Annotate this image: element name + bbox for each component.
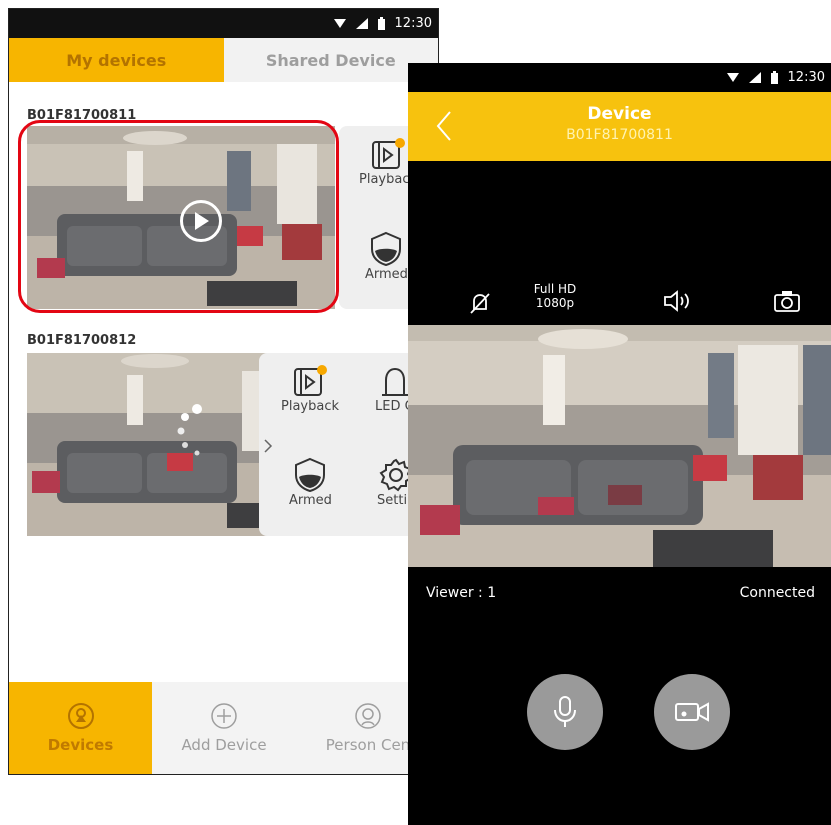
talk-button[interactable] — [527, 674, 603, 750]
my-devices-screen: 12:30 My devices Shared Device B01F81700… — [8, 8, 439, 775]
room-image — [408, 325, 831, 567]
playback-label: Playback — [281, 399, 340, 414]
live-video[interactable] — [408, 325, 831, 567]
microphone-icon — [554, 696, 576, 727]
camera-icon[interactable] — [773, 289, 801, 313]
header-bar: Device B01F81700811 — [408, 92, 831, 161]
devices-icon — [67, 703, 94, 729]
armed-label: Armed — [365, 267, 408, 282]
status-bar: 12:30 — [9, 9, 438, 38]
connection-status: Connected — [739, 585, 815, 601]
nav-add-device-label: Add Device — [181, 736, 267, 754]
loading-spinner-icon — [177, 404, 202, 456]
live-view-screen: 12:30 Device B01F81700811 Full HD 1080p — [408, 63, 831, 825]
action-panel: Playback LED O Armed Settin — [259, 353, 427, 536]
highlight-box — [18, 120, 339, 313]
page-title: Device — [587, 104, 652, 124]
status-time: 12:30 — [787, 70, 825, 85]
nav-person-center-label: Person Cen — [325, 736, 411, 754]
record-button[interactable] — [654, 674, 730, 750]
device-id-subtitle: B01F81700811 — [566, 127, 673, 143]
device-card: Playback LED O Armed Settin — [27, 353, 427, 536]
armed-shield-icon — [295, 457, 326, 493]
nav-devices[interactable]: Devices — [9, 682, 152, 774]
chevron-right-icon[interactable] — [263, 438, 273, 454]
nav-add-device[interactable]: Add Device — [152, 682, 296, 774]
quality-line1: Full HD — [533, 282, 577, 296]
video-record-icon — [675, 702, 709, 722]
viewer-count: Viewer : 1 — [426, 585, 497, 601]
armed-label: Armed — [289, 493, 332, 508]
nav-devices-label: Devices — [47, 736, 114, 754]
signal-icon — [748, 72, 761, 83]
playback-icon — [294, 365, 327, 396]
armed-action[interactable]: Armed — [365, 231, 408, 282]
person-icon — [355, 703, 381, 729]
battery-icon — [377, 17, 385, 30]
status-bar: 12:30 — [408, 63, 831, 92]
battery-icon — [770, 71, 778, 84]
signal-icon — [355, 18, 368, 29]
wifi-icon — [333, 18, 346, 28]
add-icon — [211, 703, 237, 729]
video-quality-toggle[interactable]: Full HD 1080p — [523, 282, 587, 310]
quality-line2: 1080p — [535, 296, 575, 310]
playback-action[interactable]: Playback — [281, 365, 339, 414]
mute-icon[interactable] — [468, 291, 492, 315]
playback-icon — [372, 138, 405, 169]
tab-my-devices[interactable]: My devices — [9, 38, 224, 82]
armed-shield-icon — [371, 231, 402, 267]
room-image — [27, 353, 287, 536]
bottom-navigation: Devices Add Device Person Cen — [9, 682, 438, 774]
camera-thumbnail[interactable] — [27, 353, 287, 536]
armed-action[interactable]: Armed — [289, 457, 332, 508]
led-icon — [381, 367, 408, 396]
speaker-icon[interactable] — [662, 289, 692, 313]
device-tabs: My devices Shared Device — [9, 38, 438, 82]
status-time: 12:30 — [394, 16, 432, 31]
wifi-icon — [726, 72, 739, 82]
tab-shared-device[interactable]: Shared Device — [223, 38, 438, 82]
device-id-label: B01F81700812 — [27, 333, 137, 348]
